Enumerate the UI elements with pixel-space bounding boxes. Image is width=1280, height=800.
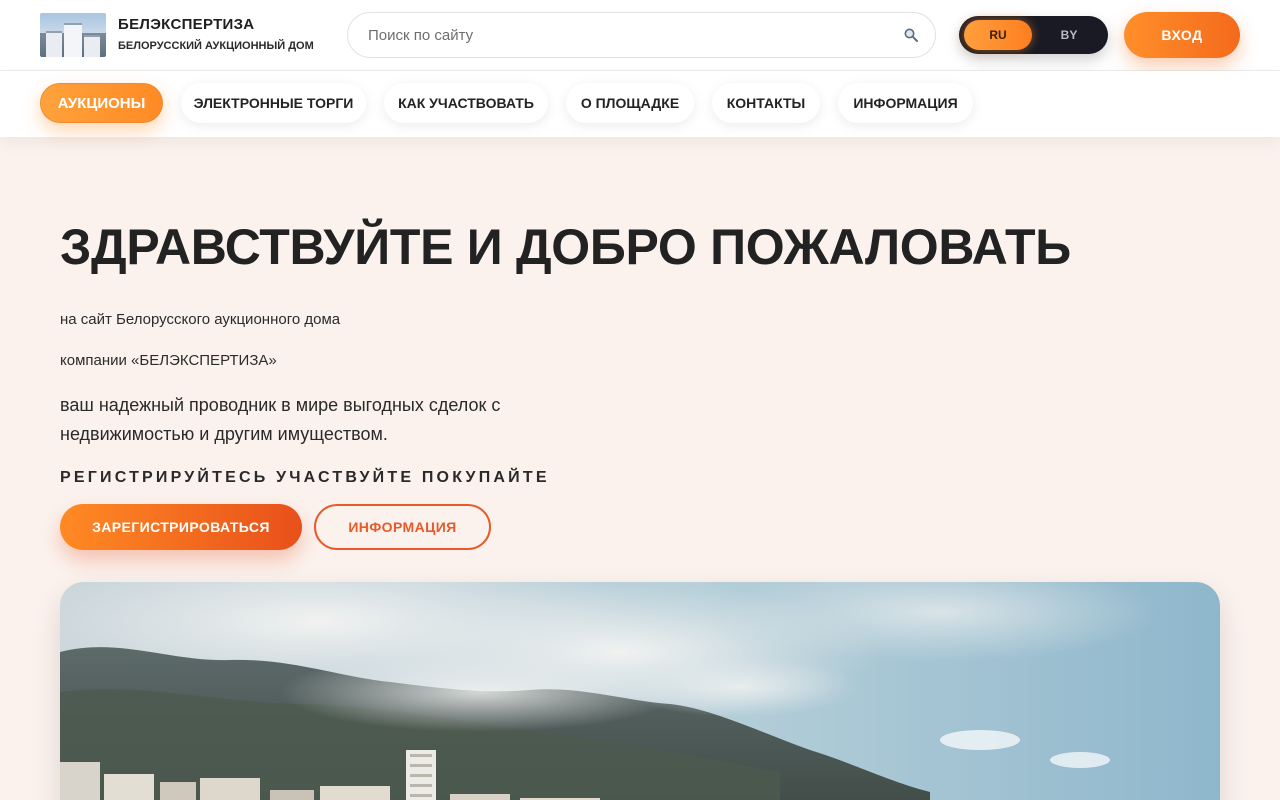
nav-item-how-to-participate[interactable]: КАК УЧАСТВОВАТЬ [384, 83, 548, 123]
search-icon[interactable] [903, 27, 919, 43]
hero-photo [60, 582, 1220, 800]
hero-line-site: на сайт Белорусского аукционного дома [60, 311, 341, 328]
brand-subtitle: БЕЛОРУССКИЙ АУКЦИОННЫЙ ДОМ [118, 40, 314, 52]
nav-item-information[interactable]: ИНФОРМАЦИЯ [838, 83, 973, 123]
brand-title[interactable]: БЕЛЭКСПЕРТИЗА [118, 16, 254, 33]
coastal-city-image [60, 582, 1220, 800]
page-title: ЗДРАВСТВУЙТЕ И ДОБРО ПОЖАЛОВАТЬ [60, 219, 1071, 275]
hero-line-company: компании «БЕЛЭКСПЕРТИЗА» [60, 352, 277, 369]
hero-description: ваш надежный проводник в мире выгодных с… [60, 395, 501, 444]
search-box [347, 12, 936, 58]
hero-tagline: РЕГИСТРИРУЙТЕСЬ УЧАСТВУЙТЕ ПОКУПАЙТЕ [60, 469, 550, 486]
information-button[interactable]: ИНФОРМАЦИЯ [314, 504, 491, 550]
nav-item-electronic-trading[interactable]: ЭЛЕКТРОННЫЕ ТОРГИ [181, 83, 366, 123]
site-header: БЕЛЭКСПЕРТИЗА БЕЛОРУССКИЙ АУКЦИОННЫЙ ДОМ… [0, 0, 1280, 71]
logo-image[interactable] [40, 13, 106, 57]
register-button[interactable]: ЗАРЕГИСТРИРОВАТЬСЯ [60, 504, 302, 550]
nav-item-auctions[interactable]: АУКЦИОНЫ [40, 83, 163, 123]
search-input[interactable] [368, 13, 888, 57]
language-by-button[interactable]: BY [1035, 20, 1103, 50]
nav-item-about-platform[interactable]: О ПЛОЩАДКЕ [566, 83, 694, 123]
language-ru-button[interactable]: RU [964, 20, 1032, 50]
main-nav: АУКЦИОНЫ ЭЛЕКТРОННЫЕ ТОРГИ КАК УЧАСТВОВА… [0, 71, 1280, 137]
nav-item-contacts[interactable]: КОНТАКТЫ [712, 83, 820, 123]
login-button[interactable]: ВХОД [1124, 12, 1240, 58]
language-switcher: RU BY [959, 16, 1108, 54]
